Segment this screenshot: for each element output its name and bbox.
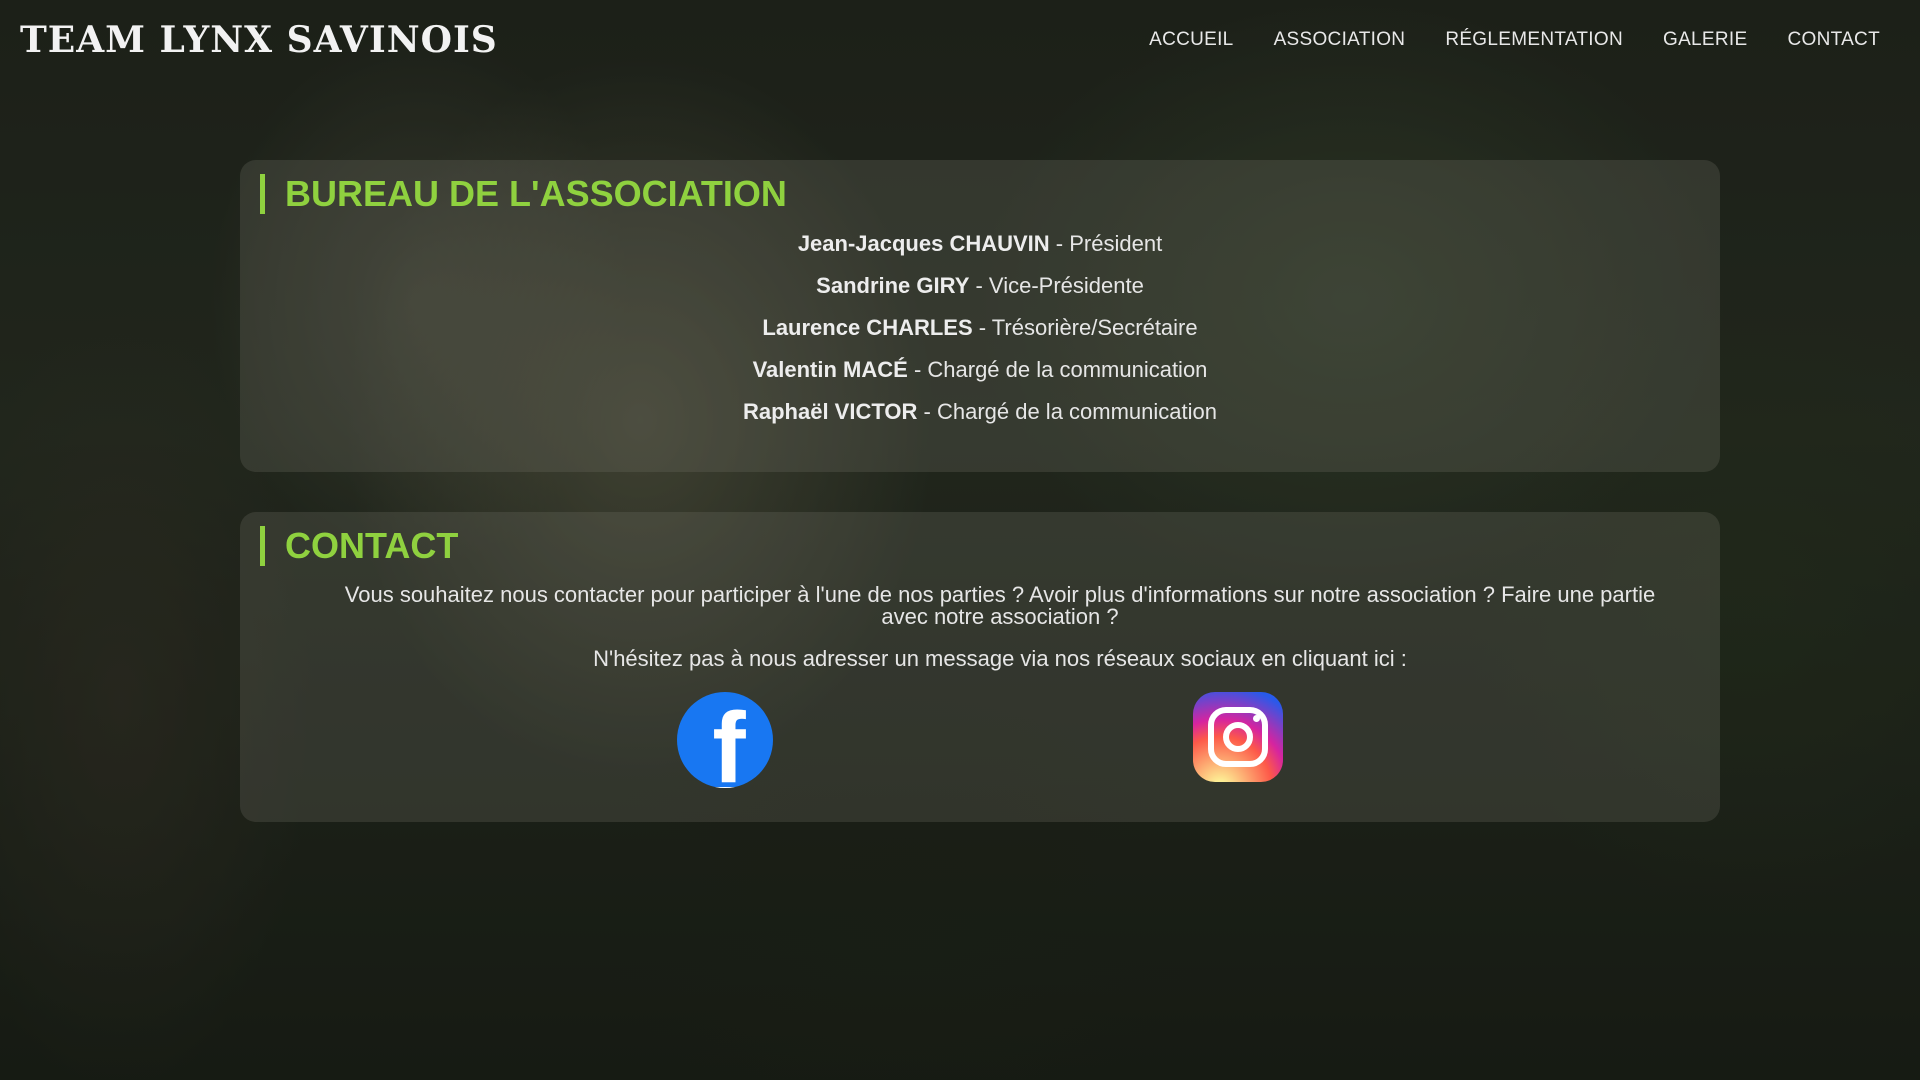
member-item: Jean-Jacques CHAUVIN - Président [260,232,1700,256]
contact-panel: CONTACT Vous souhaitez nous contacter po… [240,512,1720,822]
member-name: Valentin MACÉ [752,357,908,382]
contact-cta-text: N'hésitez pas à nous adresser un message… [593,646,1407,671]
contact-intro-text: Vous souhaitez nous contacter pour parti… [344,582,1656,629]
contact-title: CONTACT [260,526,1700,566]
member-name: Jean-Jacques CHAUVIN [797,231,1050,256]
instagram-lens [1223,722,1253,752]
member-list: Jean-Jacques CHAUVIN - Président Sandrin… [260,232,1700,424]
member-name: Raphaël VICTOR [742,399,918,424]
instagram-dot [1253,715,1260,722]
member-item: Laurence CHARLES - Trésorière/Secrétaire [260,316,1700,340]
member-role: - Trésorière/Secrétaire [972,315,1198,340]
nav-reglementation[interactable]: RÉGLEMENTATION [1445,29,1623,51]
instagram-icon[interactable] [1193,692,1283,782]
bureau-panel: BUREAU DE L'ASSOCIATION Jean-Jacques CHA… [240,160,1720,472]
main-nav: ACCUEIL ASSOCIATION RÉGLEMENTATION GALER… [1149,29,1900,51]
social-links: f [260,692,1700,788]
facebook-icon[interactable]: f [677,692,773,788]
member-item: Sandrine GIRY - Vice-Présidente [260,274,1700,298]
member-name: Sandrine GIRY [816,273,970,298]
main-content: BUREAU DE L'ASSOCIATION Jean-Jacques CHA… [240,160,1720,862]
member-item: Raphaël VICTOR - Chargé de la communicat… [260,400,1700,424]
nav-galerie[interactable]: GALERIE [1663,29,1747,51]
nav-association[interactable]: ASSOCIATION [1274,29,1406,51]
member-role: - Chargé de la communication [917,399,1217,424]
member-role: - Chargé de la communication [907,357,1208,382]
site-header: TEAM LYNX SAVINOIS ACCUEIL ASSOCIATION R… [0,0,1920,80]
member-name: Laurence CHARLES [762,315,973,340]
bureau-title: BUREAU DE L'ASSOCIATION [260,174,1700,214]
facebook-glyph: f [712,692,746,788]
site-logo[interactable]: TEAM LYNX SAVINOIS [20,19,498,61]
nav-contact[interactable]: CONTACT [1787,29,1880,51]
member-role: - Vice-Présidente [969,273,1144,298]
member-role: - Président [1049,231,1163,256]
nav-accueil[interactable]: ACCUEIL [1149,29,1233,51]
member-item: Valentin MACÉ - Chargé de la communicati… [260,358,1700,382]
